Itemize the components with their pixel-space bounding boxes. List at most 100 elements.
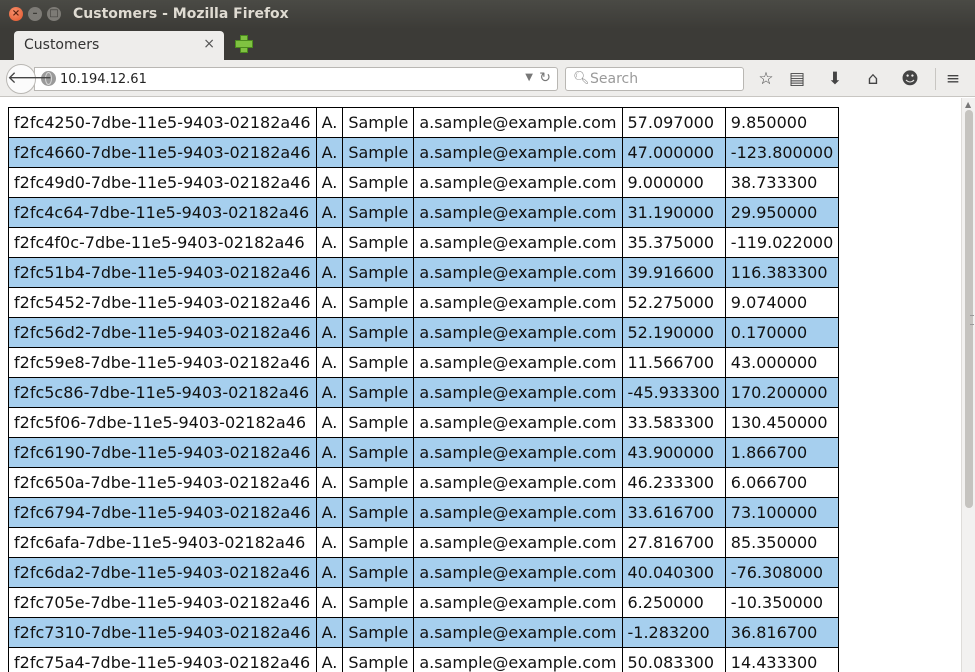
cell-latitude: 43.900000 bbox=[621, 437, 726, 468]
customers-table: f2fc4250-7dbe-11e5-9403-02182a46 A. Sample… bbox=[8, 107, 840, 672]
scrollbar-grip-icon bbox=[970, 315, 974, 325]
cell-id: f2fc59e8-7dbe-11e5-9403-02182a46 bbox=[8, 347, 317, 378]
cell-email: a.sample@example.com bbox=[413, 587, 623, 618]
table-row: f2fc51b4-7dbe-11e5-9403-02182a46 A. Sample… bbox=[8, 257, 840, 288]
scroll-up-icon[interactable]: ▲ bbox=[965, 100, 971, 109]
new-tab-icon[interactable] bbox=[233, 33, 253, 53]
window-title: Customers - Mozilla Firefox bbox=[73, 6, 289, 22]
cell-email: a.sample@example.com bbox=[413, 647, 623, 672]
table-row: f2fc4660-7dbe-11e5-9403-02182a46 A. Sample… bbox=[8, 137, 840, 168]
cell-email: a.sample@example.com bbox=[413, 467, 623, 498]
window-close-button[interactable]: × bbox=[9, 7, 23, 21]
cell-id: f2fc7310-7dbe-11e5-9403-02182a46 bbox=[8, 617, 317, 648]
cell-initial: A. bbox=[315, 347, 344, 378]
url-dropdown-icon[interactable]: ▼ bbox=[525, 72, 533, 83]
cell-id: f2fc75a4-7dbe-11e5-9403-02182a46 bbox=[8, 647, 317, 672]
cell-id: f2fc4f0c-7dbe-11e5-9403-02182a46 bbox=[8, 227, 317, 258]
cell-latitude: 11.566700 bbox=[621, 347, 726, 378]
cell-longitude: 85.350000 bbox=[724, 527, 840, 558]
table-row: f2fc4f0c-7dbe-11e5-9403-02182a46 A. Sample… bbox=[8, 227, 840, 258]
cell-longitude: 0.170000 bbox=[724, 317, 840, 348]
cell-longitude: 38.733300 bbox=[724, 167, 840, 198]
table-row: f2fc5f06-7dbe-11e5-9403-02182a46 A. Sample… bbox=[8, 407, 840, 438]
cell-id: f2fc49d0-7dbe-11e5-9403-02182a46 bbox=[8, 167, 317, 198]
navigation-toolbar: 10.194.12.61 ▼ ↻ 🡐 🔍︎ ☆ ▤ ⬇ ⌂ ☻ ≡ bbox=[0, 60, 975, 97]
cell-initial: A. bbox=[315, 437, 344, 468]
cell-initial: A. bbox=[315, 137, 344, 168]
scrollbar-thumb[interactable] bbox=[965, 110, 974, 508]
cell-longitude: -10.350000 bbox=[724, 587, 840, 618]
back-button[interactable]: 🡐 bbox=[6, 64, 53, 94]
cell-latitude: 46.233300 bbox=[621, 467, 726, 498]
cell-latitude: 31.190000 bbox=[621, 197, 726, 228]
cell-longitude: 1.866700 bbox=[724, 437, 840, 468]
cell-initial: A. bbox=[315, 527, 344, 558]
cell-longitude: -76.308000 bbox=[724, 557, 840, 588]
cell-id: f2fc56d2-7dbe-11e5-9403-02182a46 bbox=[8, 317, 317, 348]
window-maximize-button[interactable]: □ bbox=[47, 7, 61, 21]
cell-longitude: 43.000000 bbox=[724, 347, 840, 378]
cell-name: Sample bbox=[342, 257, 415, 288]
cell-latitude: 39.916600 bbox=[621, 257, 726, 288]
cell-name: Sample bbox=[342, 557, 415, 588]
cell-initial: A. bbox=[315, 497, 344, 528]
cell-initial: A. bbox=[315, 317, 344, 348]
cell-latitude: 6.250000 bbox=[621, 587, 726, 618]
search-input[interactable] bbox=[590, 70, 740, 88]
url-bar[interactable]: 10.194.12.61 ▼ ↻ bbox=[34, 67, 558, 91]
search-bar[interactable]: 🔍︎ bbox=[565, 67, 744, 91]
home-icon[interactable]: ⌂ bbox=[862, 68, 884, 90]
cell-longitude: 9.850000 bbox=[724, 107, 840, 138]
vertical-scrollbar[interactable]: ▲ bbox=[961, 98, 975, 672]
cell-longitude: 130.450000 bbox=[724, 407, 840, 438]
cell-latitude: 35.375000 bbox=[621, 227, 726, 258]
cell-name: Sample bbox=[342, 287, 415, 318]
cell-longitude: 9.074000 bbox=[724, 287, 840, 318]
table-row: f2fc4c64-7dbe-11e5-9403-02182a46 A. Sample… bbox=[8, 197, 840, 228]
cell-latitude: 40.040300 bbox=[621, 557, 726, 588]
toolbar-separator bbox=[935, 68, 936, 90]
reload-icon[interactable]: ↻ bbox=[539, 70, 551, 86]
cell-name: Sample bbox=[342, 317, 415, 348]
cell-email: a.sample@example.com bbox=[413, 107, 623, 138]
search-icon[interactable]: 🔍︎ bbox=[573, 71, 590, 86]
cell-initial: A. bbox=[315, 617, 344, 648]
menu-icon[interactable]: ≡ bbox=[942, 68, 964, 90]
cell-latitude: 33.583300 bbox=[621, 407, 726, 438]
cell-initial: A. bbox=[315, 647, 344, 672]
cell-email: a.sample@example.com bbox=[413, 197, 623, 228]
cell-longitude: 73.100000 bbox=[724, 497, 840, 528]
cell-name: Sample bbox=[342, 197, 415, 228]
reading-list-icon[interactable]: ▤ bbox=[786, 68, 808, 90]
cell-id: f2fc6da2-7dbe-11e5-9403-02182a46 bbox=[8, 557, 317, 588]
table-row: f2fc5452-7dbe-11e5-9403-02182a46 A. Sample… bbox=[8, 287, 840, 318]
cell-longitude: 6.066700 bbox=[724, 467, 840, 498]
cell-name: Sample bbox=[342, 437, 415, 468]
cell-id: f2fc705e-7dbe-11e5-9403-02182a46 bbox=[8, 587, 317, 618]
cell-longitude: -123.800000 bbox=[724, 137, 840, 168]
cell-email: a.sample@example.com bbox=[413, 317, 623, 348]
close-tab-icon[interactable]: × bbox=[203, 36, 215, 52]
cell-name: Sample bbox=[342, 227, 415, 258]
cell-latitude: -45.933300 bbox=[621, 377, 726, 408]
url-text[interactable]: 10.194.12.61 bbox=[60, 72, 147, 87]
table-row: f2fc6190-7dbe-11e5-9403-02182a46 A. Sample… bbox=[8, 437, 840, 468]
window-minimize-button[interactable]: – bbox=[28, 7, 42, 21]
cell-latitude: 52.190000 bbox=[621, 317, 726, 348]
cell-id: f2fc51b4-7dbe-11e5-9403-02182a46 bbox=[8, 257, 317, 288]
cell-email: a.sample@example.com bbox=[413, 617, 623, 648]
bookmark-star-icon[interactable]: ☆ bbox=[755, 68, 777, 90]
tab-customers[interactable]: Customers × bbox=[14, 31, 224, 60]
cell-longitude: 14.433300 bbox=[724, 647, 840, 672]
table-row: f2fc6afa-7dbe-11e5-9403-02182a46 A. Sample… bbox=[8, 527, 840, 558]
window-titlebar: × – □ Customers - Mozilla Firefox bbox=[0, 0, 975, 29]
cell-name: Sample bbox=[342, 137, 415, 168]
cell-latitude: 27.816700 bbox=[621, 527, 726, 558]
cell-initial: A. bbox=[315, 107, 344, 138]
cell-longitude: 116.383300 bbox=[724, 257, 840, 288]
downloads-icon[interactable]: ⬇ bbox=[824, 68, 846, 90]
cell-email: a.sample@example.com bbox=[413, 347, 623, 378]
hello-chat-icon[interactable]: ☻ bbox=[899, 68, 921, 90]
cell-name: Sample bbox=[342, 377, 415, 408]
table-row: f2fc6da2-7dbe-11e5-9403-02182a46 A. Sample… bbox=[8, 557, 840, 588]
